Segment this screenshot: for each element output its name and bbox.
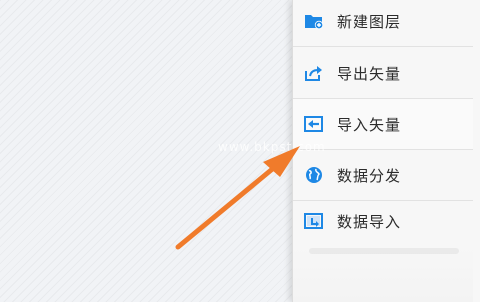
menu-item-label: 导出矢量 [337,64,402,83]
new-layer-icon [303,10,325,32]
data-import-icon [303,210,325,232]
faded-row [309,248,459,254]
globe-distribute-icon [303,164,325,186]
menu-item-label: 新建图层 [337,12,402,31]
menu-item-new-layer[interactable]: 新建图层 [293,0,473,47]
menu-item-data-import[interactable]: 数据导入 [293,196,473,247]
export-vector-icon [303,62,325,84]
menu-item-export-vector[interactable]: 导出矢量 [293,48,473,99]
menu-item-data-distribute[interactable]: 数据分发 [293,150,473,201]
watermark-text: www.bkpst.com [218,140,326,154]
menu-item-label: 数据导入 [337,212,402,231]
menu-item-label: 导入矢量 [337,115,402,134]
import-vector-icon [303,113,325,135]
menu-item-obscured [293,246,473,302]
menu-item-label: 数据分发 [337,166,402,185]
